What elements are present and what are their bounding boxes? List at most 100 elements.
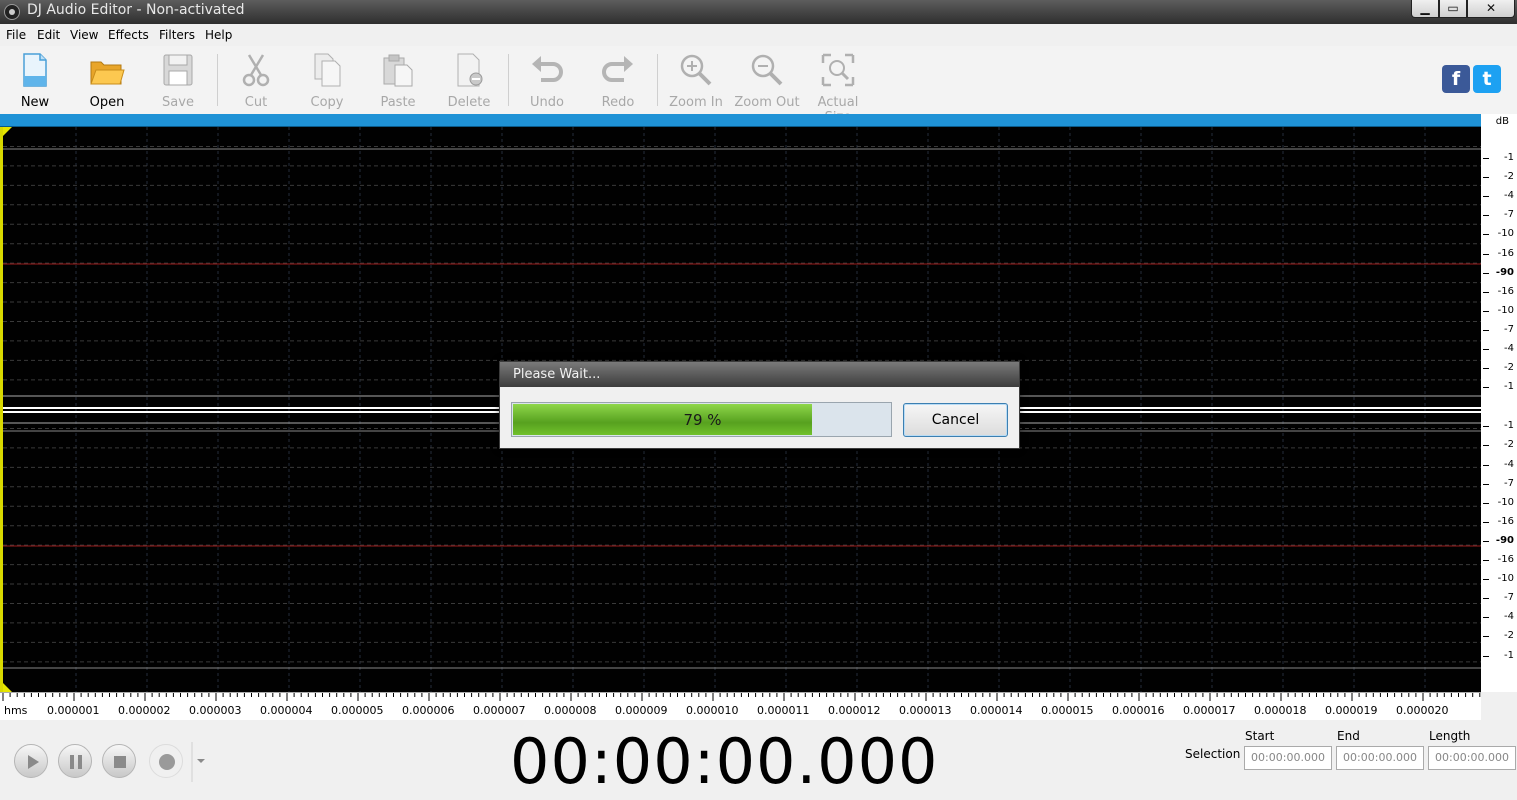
db-tick (1483, 253, 1489, 255)
undo-button[interactable]: Undo (512, 50, 582, 110)
paste-button[interactable]: Paste (363, 50, 433, 110)
db-tick (1483, 196, 1489, 198)
db-tick (1483, 655, 1489, 657)
end-marker-icon[interactable] (3, 683, 12, 692)
redo-icon (602, 56, 633, 82)
db-tick (1483, 426, 1489, 428)
record-icon (159, 754, 175, 770)
ruler-time-label: 0.000019 (1325, 704, 1378, 717)
pause-button[interactable] (58, 744, 92, 778)
db-tick (1483, 540, 1489, 542)
menu-filters[interactable]: Filters (159, 28, 195, 42)
db-tick (1483, 234, 1489, 236)
db-tick-label: -1 (1504, 152, 1514, 163)
actual-size-button[interactable]: Actual Size (803, 50, 873, 125)
db-tick (1483, 310, 1489, 312)
db-tick-label: -10 (1497, 304, 1514, 316)
app-icon[interactable] (4, 4, 20, 20)
ruler-time-label: 0.000007 (473, 704, 526, 717)
save-label: Save (162, 95, 194, 110)
toolbar-separator (217, 54, 218, 106)
save-button[interactable]: Save (143, 50, 213, 110)
ruler-time-label: 0.000017 (1183, 704, 1236, 717)
db-tick-label: -16 (1497, 285, 1514, 297)
dialog-title: Please Wait... (500, 362, 1019, 387)
close-button[interactable]: ✕ (1467, 0, 1515, 18)
db-tick (1483, 636, 1489, 638)
db-tick-label: -16 (1497, 554, 1514, 565)
redo-label: Redo (601, 95, 635, 110)
db-tick-label: -1 (1504, 649, 1514, 661)
db-tick (1483, 464, 1489, 466)
toolbar: New Open Save Cut Copy Paste Delete Undo… (0, 46, 1517, 125)
db-tick (1483, 445, 1489, 447)
db-tick-label: -16 (1497, 247, 1514, 259)
selection-start-field[interactable]: 00:00:00.000 (1244, 746, 1332, 770)
ruler-time-label: 0.000009 (615, 704, 668, 717)
zoom-out-button[interactable]: Zoom Out (732, 50, 802, 110)
undo-icon (532, 56, 563, 82)
db-tick (1483, 521, 1489, 523)
zoom-in-label: Zoom In (669, 95, 723, 110)
ruler-time-label: 0.000012 (828, 704, 881, 717)
new-file-icon (23, 53, 47, 87)
maximize-button[interactable]: ▭ (1439, 0, 1467, 18)
copy-icon (314, 53, 341, 87)
twitter-icon[interactable]: t (1473, 65, 1501, 93)
db-tick (1483, 177, 1489, 179)
zoom-out-label: Zoom Out (734, 95, 800, 110)
menu-view[interactable]: View (70, 28, 98, 42)
db-tick (1483, 502, 1489, 504)
toolbar-separator (508, 54, 509, 106)
db-tick-label: -90 (1495, 266, 1514, 278)
end-label: End (1337, 729, 1360, 743)
db-tick (1483, 598, 1489, 600)
selection-end-field[interactable]: 00:00:00.000 (1336, 746, 1424, 770)
ruler-time-label: 0.000001 (47, 704, 100, 717)
play-button[interactable] (14, 744, 48, 778)
record-dropdown-icon[interactable] (190, 742, 210, 782)
start-marker-icon[interactable] (3, 127, 12, 136)
floppy-disk-icon (163, 54, 193, 86)
redo-button[interactable]: Redo (583, 50, 653, 110)
actual-size-icon (821, 53, 855, 87)
delete-button[interactable]: Delete (434, 50, 504, 110)
db-tick-label: -2 (1504, 439, 1514, 451)
progress-text: 79 % (683, 411, 722, 429)
db-tick (1483, 387, 1489, 389)
minimize-button[interactable]: ▁ (1411, 0, 1439, 18)
menu-help[interactable]: Help (205, 28, 232, 42)
time-ruler[interactable]: hms 0.000001 0.000002 0.000003 0.000004 0.00… (0, 692, 1481, 720)
overview-bar[interactable] (0, 114, 1481, 127)
facebook-icon[interactable]: f (1442, 65, 1470, 93)
please-wait-dialog: Please Wait... 79 % Cancel (499, 361, 1020, 449)
menu-file[interactable]: File (6, 28, 26, 42)
ruler-time-label: 0.000011 (757, 704, 810, 717)
db-tick-label: -10 (1497, 496, 1514, 508)
ruler-time-label: 0.000010 (686, 704, 739, 717)
cancel-button[interactable]: Cancel (903, 403, 1008, 437)
cut-button[interactable]: Cut (221, 50, 291, 110)
db-tick (1483, 291, 1489, 293)
menu-effects[interactable]: Effects (108, 28, 149, 42)
selection-length-field[interactable]: 00:00:00.000 (1428, 746, 1516, 770)
selection-label: Selection (1185, 747, 1241, 761)
db-tick-label: -90 (1495, 534, 1514, 546)
start-label: Start (1245, 729, 1275, 743)
db-tick (1483, 368, 1489, 370)
open-button[interactable]: Open (72, 50, 142, 110)
zoom-in-button[interactable]: Zoom In (661, 50, 731, 110)
db-tick-label: -2 (1504, 630, 1514, 642)
menu-edit[interactable]: Edit (37, 28, 60, 42)
copy-button[interactable]: Copy (292, 50, 362, 110)
stop-button[interactable] (102, 744, 136, 778)
new-button[interactable]: New (0, 50, 70, 110)
record-button[interactable] (149, 744, 183, 778)
ruler-time-label: 0.000008 (544, 704, 597, 717)
db-tick-label: -10 (1497, 573, 1514, 585)
ruler-time-label: 0.000015 (1041, 704, 1094, 717)
db-tick-label: -1 (1504, 420, 1514, 432)
db-scale: dB -1 -2 -4 -7 -10 -16 -90 -16 -10 -7 -4 -2 -1 -1 -2 -4… (1481, 114, 1517, 692)
ruler-time-label: 0.000005 (331, 704, 384, 717)
zoom-in-icon (680, 54, 712, 86)
